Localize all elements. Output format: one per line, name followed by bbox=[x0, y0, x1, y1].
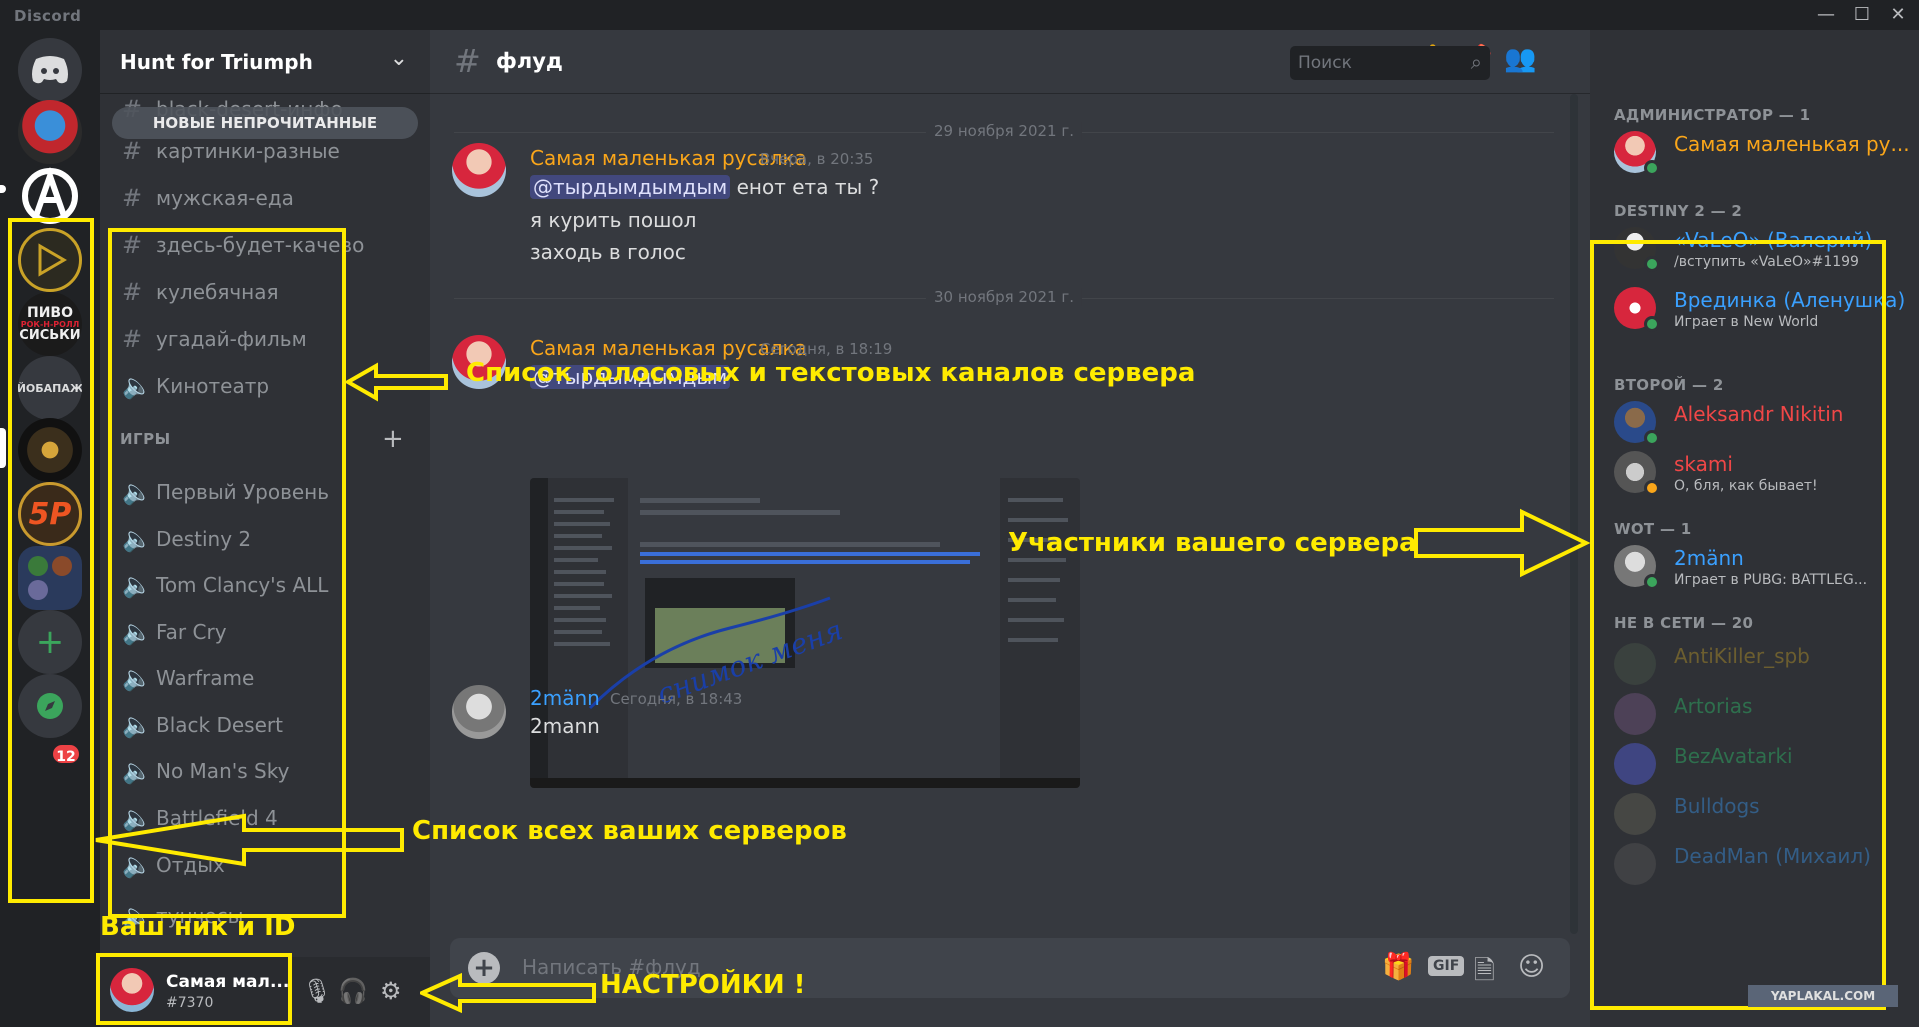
message-line: @тырдымдымдым енот ета ты ? bbox=[530, 175, 879, 199]
hash-icon: # bbox=[454, 42, 481, 80]
date-divider: 30 ноября 2021 г. bbox=[454, 288, 1554, 306]
search-input[interactable]: Поиск ⌕ bbox=[1290, 46, 1490, 80]
close-icon[interactable]: ✕ bbox=[1880, 3, 1916, 27]
member-group-title: АДМИНИСТРАТОР — 1 bbox=[1614, 106, 1811, 124]
arrow-right-icon bbox=[1414, 508, 1590, 578]
settings-annotation: НАСТРОЙКИ ! bbox=[600, 970, 806, 1000]
members-highlight-box bbox=[1590, 240, 1886, 1010]
text-channel-icon: # bbox=[122, 184, 143, 212]
message-text: енот ета ты ? bbox=[736, 175, 880, 199]
avatar[interactable] bbox=[452, 685, 506, 739]
servers-highlight-box bbox=[8, 218, 94, 903]
nick-annotation: Ваш ник и ID bbox=[100, 912, 296, 942]
text-channel-icon: # bbox=[122, 137, 143, 165]
emoji-icon[interactable]: ☺ bbox=[1518, 952, 1545, 982]
arrow-left-icon bbox=[95, 813, 404, 867]
message-timestamp: Сегодня, в 18:43 bbox=[610, 690, 743, 708]
gif-button[interactable]: GIF bbox=[1428, 956, 1465, 976]
arrow-left-icon bbox=[346, 362, 448, 402]
guild-name: Hunt for Triumph bbox=[120, 50, 313, 74]
screenshot-thumbnail: снимок меня bbox=[530, 478, 1080, 788]
headphones-icon[interactable]: 🎧 bbox=[338, 977, 368, 1005]
settings-gear-icon[interactable]: ⚙ bbox=[380, 977, 402, 1005]
user-highlight-box bbox=[96, 953, 292, 1025]
discord-home-button[interactable] bbox=[18, 38, 82, 102]
unread-indicator bbox=[0, 185, 6, 193]
discord-logo-icon bbox=[32, 56, 68, 84]
date-label: 29 ноября 2021 г. bbox=[925, 122, 1083, 140]
channel-item[interactable]: # картинки-разные bbox=[122, 136, 422, 166]
channels-annotation: Список голосовых и текстовых каналов сер… bbox=[466, 358, 1196, 388]
microphone-icon[interactable]: 🎙 bbox=[302, 977, 332, 1005]
arrow-left-icon bbox=[420, 972, 596, 1014]
member-item[interactable]: Самая маленькая ру... bbox=[1614, 128, 1914, 178]
guild-header[interactable]: Hunt for Triumph ⌄ bbox=[100, 30, 430, 94]
message-line: заходь в голос bbox=[530, 240, 686, 264]
search-icon: ⌕ bbox=[1470, 50, 1482, 74]
channel-label: мужская-еда bbox=[156, 186, 294, 210]
date-divider: 29 ноября 2021 г. bbox=[454, 122, 1554, 140]
watermark: YAPLAKAL.COM bbox=[1748, 985, 1898, 1007]
chat-header: # флуд # 🔔 📌 👥 Поиск ⌕ bbox=[430, 30, 1590, 94]
channel-title: флуд bbox=[496, 49, 563, 73]
message-author[interactable]: 2männ bbox=[530, 686, 600, 710]
anarchy-icon bbox=[22, 166, 78, 224]
minimize-icon[interactable]: — bbox=[1808, 3, 1844, 27]
chevron-down-icon: ⌄ bbox=[389, 46, 408, 71]
channel-label: картинки-разные bbox=[156, 139, 340, 163]
message-line: 2mann bbox=[530, 714, 600, 738]
app-title: Discord bbox=[14, 7, 82, 25]
member-list-icon[interactable]: 👥 bbox=[1504, 44, 1536, 74]
new-unreads-banner[interactable]: НОВЫЕ НЕПРОЧИТАННЫЕ bbox=[112, 107, 418, 139]
image-attachment[interactable]: снимок меня bbox=[530, 478, 1080, 788]
message-timestamp: Вчера, в 20:35 bbox=[760, 150, 874, 168]
sticker-icon[interactable]: 🗎 bbox=[1474, 952, 1495, 996]
member-group-title: DESTINY 2 — 2 bbox=[1614, 202, 1743, 220]
message-line: я курить пошол bbox=[530, 208, 697, 232]
online-status-icon bbox=[1644, 160, 1660, 176]
title-bar: Discord — ☐ ✕ bbox=[0, 0, 1919, 30]
members-annotation: Участники вашего сервера bbox=[1008, 528, 1417, 558]
servers-annotation: Список всех ваших серверов bbox=[412, 816, 847, 846]
maximize-icon[interactable]: ☐ bbox=[1844, 3, 1880, 27]
server-icon-hunt-for-triumph[interactable] bbox=[18, 100, 82, 164]
date-label: 30 ноября 2021 г. bbox=[925, 288, 1083, 306]
avatar[interactable] bbox=[452, 143, 506, 197]
selected-indicator bbox=[0, 428, 6, 468]
gift-icon[interactable]: 🎁 bbox=[1382, 952, 1414, 982]
member-name: Самая маленькая ру... bbox=[1674, 132, 1910, 156]
message-timestamp: Сегодня, в 18:19 bbox=[760, 340, 893, 358]
user-mention[interactable]: @тырдымдымдым bbox=[530, 175, 731, 199]
add-channel-icon[interactable]: + bbox=[382, 424, 404, 454]
channel-item[interactable]: # мужская-еда bbox=[122, 183, 422, 213]
discord-window: Discord — ☐ ✕ ПИВО РОК-Н-РОЛЛ СИСЬКИ ЙОБ… bbox=[0, 0, 1919, 1027]
search-placeholder: Поиск bbox=[1298, 53, 1352, 73]
